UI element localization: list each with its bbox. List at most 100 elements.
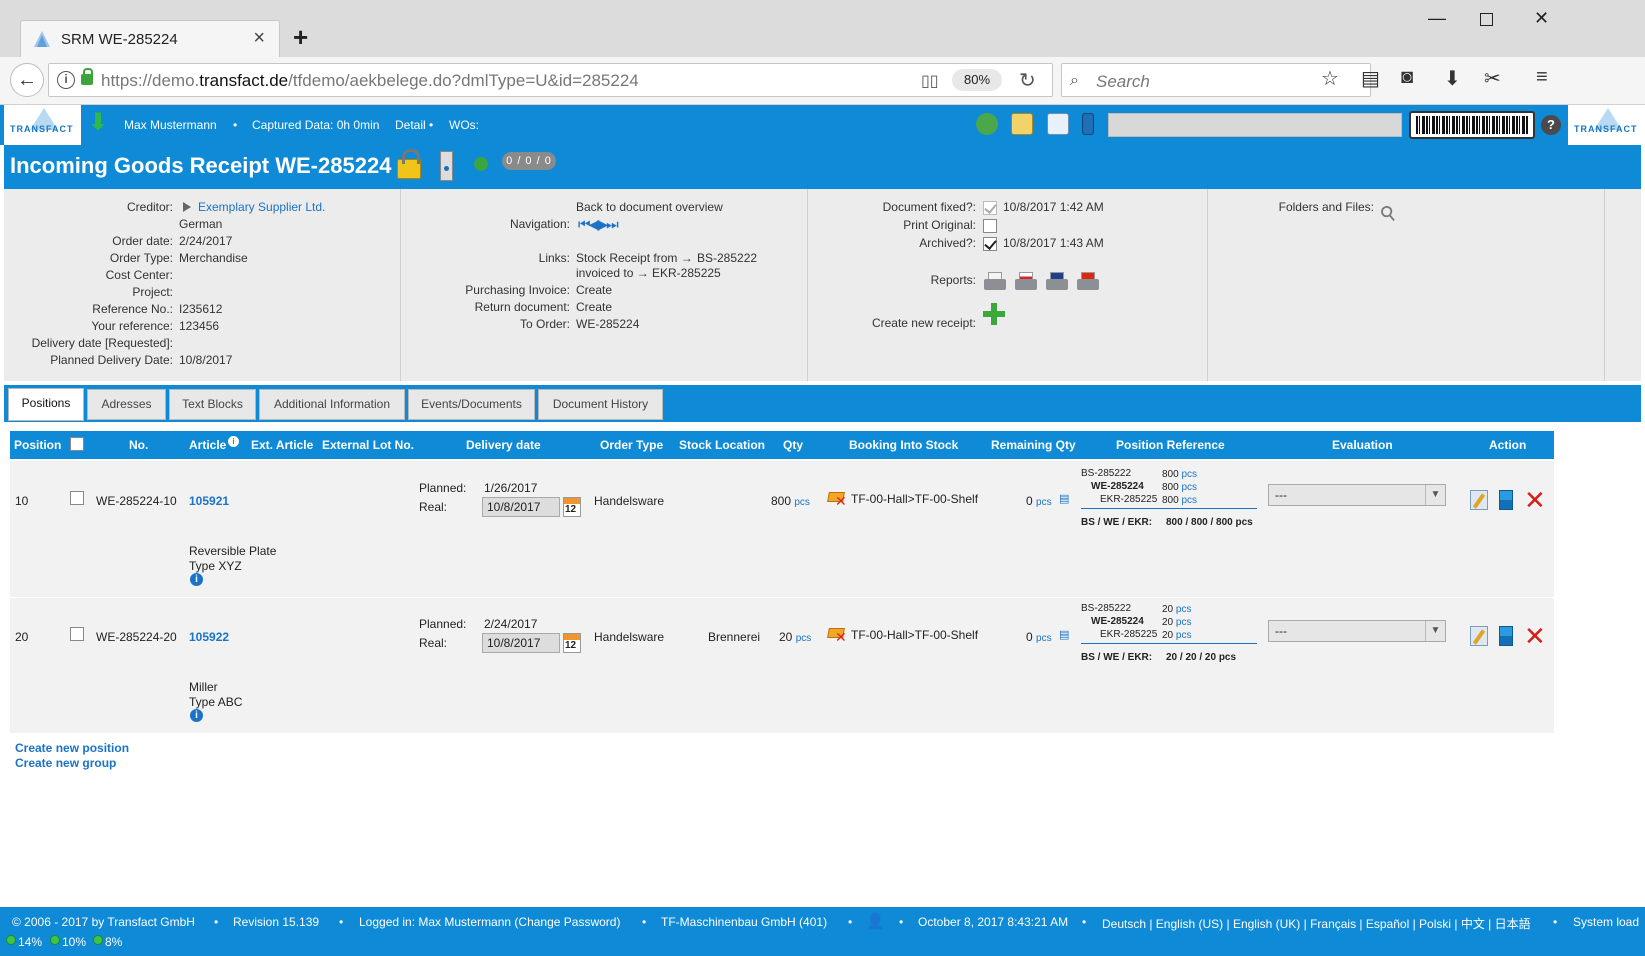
pin-icon[interactable] (474, 157, 488, 171)
book-stock-icon[interactable] (1499, 626, 1513, 646)
row-checkbox[interactable] (70, 491, 84, 505)
calendar-icon[interactable]: 12 (563, 497, 581, 517)
ref-bs-link[interactable]: BS-285222 (1081, 603, 1131, 614)
note-edit-icon[interactable] (1011, 113, 1033, 135)
col-remaining-qty[interactable]: Remaining Qty (991, 438, 1076, 452)
creditor-value[interactable]: Exemplary Supplier Ltd. (183, 200, 325, 214)
tab-text-blocks[interactable]: Text Blocks (169, 389, 256, 420)
evaluation-select[interactable]: --- ▼ (1268, 620, 1446, 642)
row-article-link[interactable]: 105922 (189, 630, 229, 644)
help-icon[interactable]: ? (1541, 115, 1561, 135)
booking-location-link[interactable]: TF-00-Hall>TF-00-Shelf (851, 492, 978, 506)
col-no[interactable]: No. (129, 438, 148, 452)
remaining-detail-icon[interactable]: ▤ (1059, 628, 1069, 641)
address-bar[interactable]: i https://demo.transfact.de/tfdemo/aekbe… (48, 63, 1053, 97)
new-tab-button[interactable]: + (293, 22, 308, 53)
user-avatar-icon[interactable]: 👤 (866, 912, 885, 930)
ref-ekr-link[interactable]: EKR-285225 (1100, 629, 1157, 640)
add-receipt-plus-icon[interactable] (983, 303, 1005, 325)
article-info-icon[interactable]: i (228, 436, 239, 447)
select-all-checkbox[interactable] (70, 437, 84, 451)
col-evaluation[interactable]: Evaluation (1332, 438, 1393, 452)
phone-icon[interactable] (976, 113, 998, 135)
padlock-icon[interactable] (397, 149, 421, 179)
delete-position-icon[interactable]: ✕ (1524, 487, 1546, 513)
article-info-icon[interactable]: i (190, 573, 203, 586)
print-original-checkbox[interactable] (983, 219, 997, 233)
archived-checkbox[interactable] (983, 237, 997, 251)
ref-ekr-link[interactable]: EKR-285225 (1100, 494, 1157, 505)
print-report-icon[interactable] (984, 272, 1006, 290)
tab-adresses[interactable]: Adresses (87, 389, 166, 420)
ref-bs-link[interactable]: BS-285222 (1081, 468, 1131, 479)
row-article-link[interactable]: 105921 (189, 494, 229, 508)
library-icon[interactable]: ▤ (1361, 66, 1380, 91)
logged-in-user[interactable]: Logged in: Max Mustermann (Change Passwo… (359, 915, 620, 929)
row-checkbox[interactable] (70, 627, 84, 641)
create-purchasing-invoice-link[interactable]: Create (576, 283, 612, 297)
col-article[interactable]: Article (189, 438, 226, 452)
delete-position-icon[interactable]: ✕ (1524, 623, 1546, 649)
zoom-level[interactable]: 80% (952, 69, 1002, 91)
reload-icon[interactable]: ↻ (1019, 68, 1036, 93)
print-report-pl-icon[interactable] (1015, 272, 1037, 290)
reader-view-icon[interactable]: ▯▯ (921, 71, 939, 91)
shopping-cart-icon[interactable]: ✕ (825, 490, 847, 508)
col-order-type[interactable]: Order Type (600, 438, 663, 452)
tab-close-icon[interactable]: × (253, 27, 265, 50)
bookmark-star-icon[interactable]: ☆ (1321, 66, 1339, 91)
language-selector[interactable]: Deutsch | English (US) | English (UK) | … (1102, 915, 1531, 932)
booking-location-link[interactable]: TF-00-Hall>TF-00-Shelf (851, 628, 978, 642)
col-position-reference[interactable]: Position Reference (1116, 438, 1225, 452)
article-info-icon[interactable]: i (190, 709, 203, 722)
back-arrow-icon[interactable]: ← (10, 63, 44, 97)
close-window-icon[interactable]: ✕ (1534, 8, 1549, 29)
col-position[interactable]: Position (14, 438, 61, 452)
url-text[interactable]: https://demo.transfact.de/tfdemo/aekbele… (101, 71, 639, 91)
barcode-icon[interactable] (1409, 111, 1535, 139)
to-order-link[interactable]: WE-285224 (576, 317, 639, 331)
tab-events-documents[interactable]: Events/Documents (408, 389, 535, 420)
col-booking-into-stock[interactable]: Booking Into Stock (849, 438, 958, 452)
col-external-lot[interactable]: External Lot No. (322, 438, 414, 452)
transfact-logo-left[interactable]: TRANSFACT (4, 105, 81, 145)
col-qty[interactable]: Qty (783, 438, 803, 452)
user-name[interactable]: Max Mustermann (124, 118, 217, 132)
remaining-detail-icon[interactable]: ▤ (1059, 492, 1069, 505)
download-arrow-icon[interactable]: ⬇ (88, 111, 108, 135)
real-date-input[interactable]: 10/8/2017 (482, 633, 560, 653)
detail-link[interactable]: Detail • (395, 118, 433, 132)
edit-position-icon[interactable] (1470, 490, 1488, 510)
tab-positions[interactable]: Positions (8, 388, 84, 421)
tab-additional-information[interactable]: Additional Information (259, 389, 405, 420)
minimize-icon[interactable]: — (1428, 8, 1446, 29)
print-report-cn-icon[interactable] (1077, 272, 1099, 290)
stock-receipt-link[interactable]: BS-285222 (697, 251, 757, 265)
book-stock-icon[interactable] (1499, 490, 1513, 510)
col-stock-location[interactable]: Stock Location (679, 438, 765, 452)
back-to-overview-link[interactable]: Back to document overview (576, 200, 723, 214)
calendar-icon[interactable]: 12 (563, 633, 581, 653)
message-icon[interactable] (1047, 113, 1069, 135)
real-date-input[interactable]: 10/8/2017 (482, 497, 560, 517)
tab-document-history[interactable]: Document History (538, 389, 663, 420)
edit-position-icon[interactable] (1470, 626, 1488, 646)
col-delivery-date[interactable]: Delivery date (466, 438, 541, 452)
pocket-icon[interactable]: ◙ (1401, 66, 1413, 89)
create-return-document-link[interactable]: Create (576, 300, 612, 314)
menu-icon[interactable]: ≡ (1536, 66, 1548, 89)
maximize-icon[interactable] (1480, 13, 1493, 26)
create-new-position-link[interactable]: Create new position (15, 741, 129, 755)
screenshot-icon[interactable]: ✂ (1484, 66, 1501, 91)
binder-icon[interactable] (440, 151, 453, 181)
expand-arrow-icon[interactable] (183, 202, 191, 212)
create-new-group-link[interactable]: Create new group (15, 756, 116, 770)
navigation-arrows-icon[interactable]: ⏮◀▶⏭ (578, 216, 619, 233)
folder-binder-icon[interactable] (1082, 113, 1094, 135)
print-report-uk-icon[interactable] (1046, 272, 1068, 290)
invoiced-link[interactable]: EKR-285225 (652, 266, 721, 280)
col-action[interactable]: Action (1489, 438, 1526, 452)
shopping-cart-icon[interactable]: ✕ (825, 626, 847, 644)
evaluation-select[interactable]: --- ▼ (1268, 484, 1446, 506)
site-info-icon[interactable]: i (57, 71, 75, 89)
